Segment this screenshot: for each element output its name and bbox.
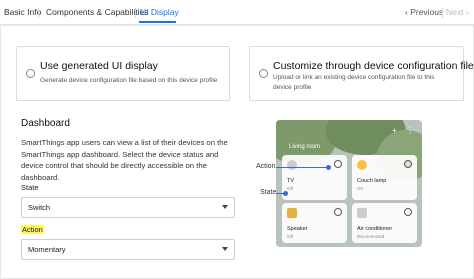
generated-ui-radio[interactable]: [26, 69, 35, 78]
tile-state: Disconnected: [357, 234, 385, 239]
tile-state: Off: [287, 186, 293, 191]
chevron-down-icon: [222, 205, 228, 209]
option-title: Use generated UI display: [40, 60, 158, 72]
device-tile: TV Off: [282, 155, 347, 200]
dashboard-heading: Dashboard: [21, 118, 70, 129]
next-button[interactable]: Next ›: [446, 7, 469, 17]
more-icon: ⋮: [406, 126, 414, 135]
custom-config-radio[interactable]: [259, 69, 268, 78]
tab-basic-info[interactable]: Basic Info: [4, 7, 41, 17]
tile-name: Couch lamp: [357, 178, 387, 184]
tab-components-capabilities[interactable]: Components & Capabilities: [46, 7, 149, 17]
power-icon: [404, 160, 412, 168]
chevron-down-icon: [222, 247, 228, 251]
room-label: Living room: [289, 144, 321, 150]
action-select-value: Momentary: [28, 245, 66, 254]
tab-bar: Basic Info Components & Capabilities UI …: [0, 0, 474, 25]
device-tile: Air conditioner Disconnected: [352, 203, 417, 243]
tile-state: Off: [287, 234, 293, 239]
power-icon: [404, 208, 412, 216]
state-select-value: Switch: [28, 203, 51, 212]
annotation-line: [276, 167, 328, 168]
power-icon: [334, 160, 342, 168]
speaker-icon: [287, 208, 297, 218]
option-description: Generate device configuration file based…: [40, 77, 218, 84]
tile-name: TV: [287, 178, 295, 184]
tile-state: On: [357, 186, 364, 191]
power-icon: [334, 208, 342, 216]
tab-divider: [135, 8, 136, 18]
tile-name: Speaker: [287, 226, 308, 232]
device-tile: Couch lamp On: [352, 155, 417, 200]
active-tab-indicator: [139, 21, 176, 23]
device-tile: Speaker Off: [282, 203, 347, 243]
tv-icon: [287, 160, 297, 170]
annotation-dot: [326, 165, 331, 170]
nav-divider: [442, 8, 443, 18]
state-select[interactable]: Switch: [21, 197, 235, 218]
lamp-icon: [357, 160, 367, 170]
annotation-state: State: [260, 189, 277, 196]
tab-divider: [38, 8, 39, 18]
tab-ui-display[interactable]: UI Display: [140, 7, 179, 17]
option-description: Upload or link an existing device config…: [273, 74, 435, 91]
action-select[interactable]: Momentary: [21, 239, 235, 260]
dashboard-description: SmartThings app users can view a list of…: [21, 138, 228, 182]
option-custom-config[interactable]: Customize through device configuration f…: [249, 46, 474, 101]
tile-name: Air conditioner: [357, 226, 393, 232]
option-generated-ui[interactable]: Use generated UI display Generate device…: [16, 46, 230, 101]
air-conditioner-icon: [357, 208, 367, 218]
ui-display-panel: Use generated UI display Generate device…: [0, 25, 474, 279]
action-label: Action: [21, 225, 44, 234]
annotation-dot: [283, 191, 288, 196]
annotation-action: Action: [256, 163, 276, 170]
state-label: State: [21, 183, 39, 192]
option-title: Customize through device configuration f…: [273, 60, 474, 72]
add-icon: +: [392, 126, 397, 135]
dashboard-preview-image: Living room + ⋮ TV Off Couch lamp On Spe…: [276, 120, 422, 247]
previous-button[interactable]: ‹ Previous: [405, 7, 443, 17]
